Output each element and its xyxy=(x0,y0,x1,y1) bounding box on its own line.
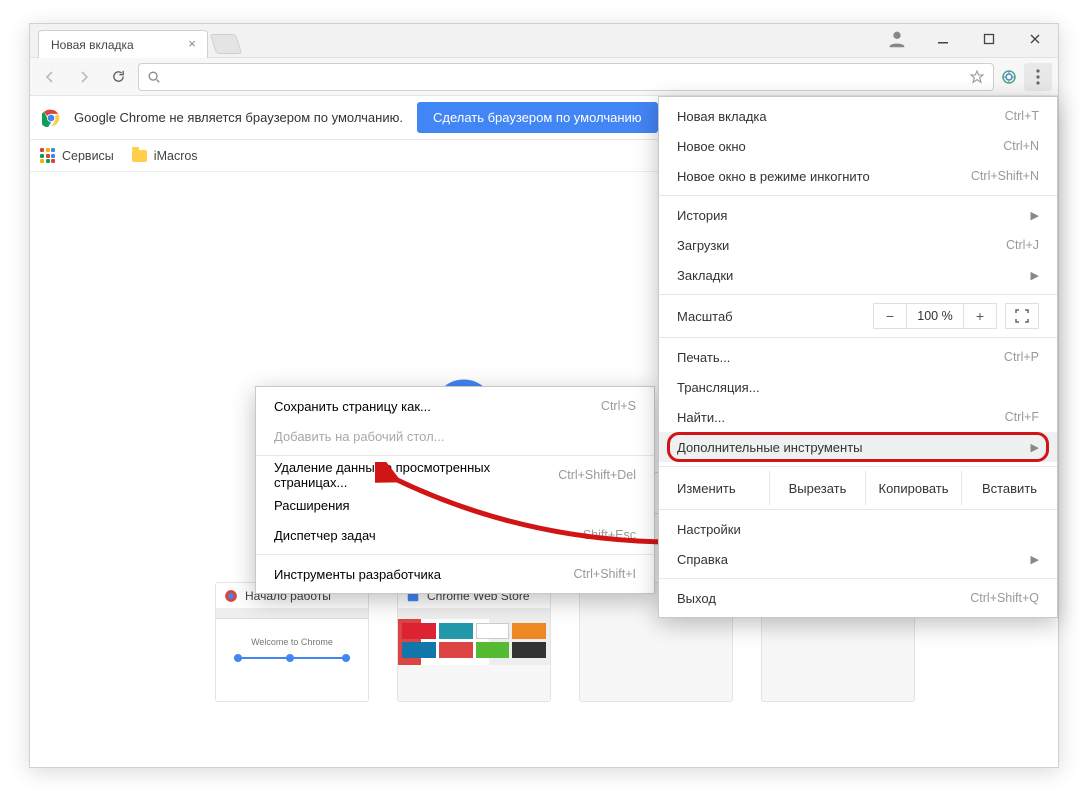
folder-icon xyxy=(132,150,147,162)
menu-find[interactable]: Найти...Ctrl+F xyxy=(659,402,1057,432)
menu-exit[interactable]: ВыходCtrl+Shift+Q xyxy=(659,583,1057,613)
menu-separator xyxy=(659,294,1057,295)
menu-separator xyxy=(659,195,1057,196)
chevron-right-icon: ▶ xyxy=(1031,441,1039,454)
menu-history[interactable]: История▶ xyxy=(659,200,1057,230)
tab-title: Новая вкладка xyxy=(51,38,134,52)
reload-button[interactable] xyxy=(104,63,132,91)
browser-tab[interactable]: Новая вкладка × xyxy=(38,30,208,58)
close-window-button[interactable] xyxy=(1012,24,1058,54)
new-tab-button[interactable] xyxy=(210,34,242,54)
menu-zoom-row: Масштаб − 100 % + xyxy=(659,299,1057,333)
url-input[interactable] xyxy=(169,69,961,84)
forward-button[interactable] xyxy=(70,63,98,91)
window-controls xyxy=(874,24,1058,54)
submenu-save-page-as[interactable]: Сохранить страницу как... Ctrl+S xyxy=(256,391,654,421)
zoom-out-button[interactable]: − xyxy=(873,303,907,329)
submenu-clear-browsing-data[interactable]: Удаление данных о просмотренных страница… xyxy=(256,460,654,490)
menu-separator xyxy=(659,337,1057,338)
apps-label: Сервисы xyxy=(62,149,114,163)
chrome-menu-button[interactable] xyxy=(1024,63,1052,91)
chevron-right-icon: ▶ xyxy=(1031,209,1039,222)
ntp-tile-webstore[interactable]: Chrome Web Store xyxy=(397,582,551,702)
menu-new-incognito-window[interactable]: Новое окно в режиме инкогнитоCtrl+Shift+… xyxy=(659,161,1057,191)
bookmark-label: iMacros xyxy=(154,149,198,163)
submenu-developer-tools[interactable]: Инструменты разработчика Ctrl+Shift+I xyxy=(256,559,654,589)
chrome-logo-icon xyxy=(224,589,238,603)
menu-cast[interactable]: Трансляция... xyxy=(659,372,1057,402)
tile-thumbnail: Welcome to Chrome xyxy=(216,609,368,702)
minimize-button[interactable] xyxy=(920,24,966,54)
menu-help[interactable]: Справка▶ xyxy=(659,544,1057,574)
zoom-label: Масштаб xyxy=(677,309,827,324)
menu-print[interactable]: Печать...Ctrl+P xyxy=(659,342,1057,372)
apps-shortcut[interactable]: Сервисы xyxy=(40,148,114,163)
menu-bookmarks[interactable]: Закладки▶ xyxy=(659,260,1057,290)
bookmark-folder-imacros[interactable]: iMacros xyxy=(132,149,198,163)
chrome-window: Новая вкладка × xyxy=(29,23,1059,768)
menu-cut[interactable]: Вырезать xyxy=(769,471,865,505)
zoom-value: 100 % xyxy=(907,303,963,329)
menu-separator xyxy=(659,466,1057,467)
chevron-right-icon: ▶ xyxy=(1031,269,1039,282)
submenu-add-to-desktop: Добавить на рабочий стол... xyxy=(256,421,654,451)
menu-settings[interactable]: Настройки xyxy=(659,514,1057,544)
menu-new-window[interactable]: Новое окноCtrl+N xyxy=(659,131,1057,161)
toolbar xyxy=(30,58,1058,96)
menu-paste[interactable]: Вставить xyxy=(961,471,1057,505)
profile-avatar-icon[interactable] xyxy=(874,24,920,54)
menu-new-tab[interactable]: Новая вкладкаCtrl+T xyxy=(659,101,1057,131)
menu-downloads[interactable]: ЗагрузкиCtrl+J xyxy=(659,230,1057,260)
tabstrip: Новая вкладка × xyxy=(38,24,239,58)
chevron-right-icon: ▶ xyxy=(1031,553,1039,566)
infobar-text: Google Chrome не является браузером по у… xyxy=(74,110,403,125)
ntp-tile-started[interactable]: Начало работы Welcome to Chrome xyxy=(215,582,369,702)
close-icon[interactable]: × xyxy=(185,37,199,51)
bookmark-star-icon[interactable] xyxy=(969,69,985,85)
back-button[interactable] xyxy=(36,63,64,91)
more-tools-submenu: Сохранить страницу как... Ctrl+S Добавит… xyxy=(255,386,655,594)
extension-icon[interactable] xyxy=(1000,68,1018,86)
menu-separator xyxy=(256,554,654,555)
address-bar[interactable] xyxy=(138,63,994,91)
maximize-button[interactable] xyxy=(966,24,1012,54)
menu-more-tools[interactable]: Дополнительные инструменты▶ xyxy=(659,432,1057,462)
submenu-task-manager[interactable]: Диспетчер задач Shift+Esc xyxy=(256,520,654,550)
menu-edit-row: Изменить Вырезать Копировать Вставить xyxy=(659,471,1057,505)
menu-separator xyxy=(659,578,1057,579)
set-default-browser-button[interactable]: Сделать браузером по умолчанию xyxy=(417,102,658,133)
menu-copy[interactable]: Копировать xyxy=(865,471,961,505)
apps-grid-icon xyxy=(40,148,55,163)
titlebar: Новая вкладка × xyxy=(30,24,1058,58)
tile-thumbnail xyxy=(398,609,550,702)
edit-label: Изменить xyxy=(659,471,769,505)
chrome-logo-icon xyxy=(42,109,60,127)
search-icon xyxy=(147,70,161,84)
fullscreen-button[interactable] xyxy=(1005,303,1039,329)
menu-separator xyxy=(256,455,654,456)
zoom-in-button[interactable]: + xyxy=(963,303,997,329)
menu-separator xyxy=(659,509,1057,510)
submenu-extensions[interactable]: Расширения xyxy=(256,490,654,520)
chrome-main-menu: Новая вкладкаCtrl+T Новое окноCtrl+N Нов… xyxy=(658,96,1058,618)
